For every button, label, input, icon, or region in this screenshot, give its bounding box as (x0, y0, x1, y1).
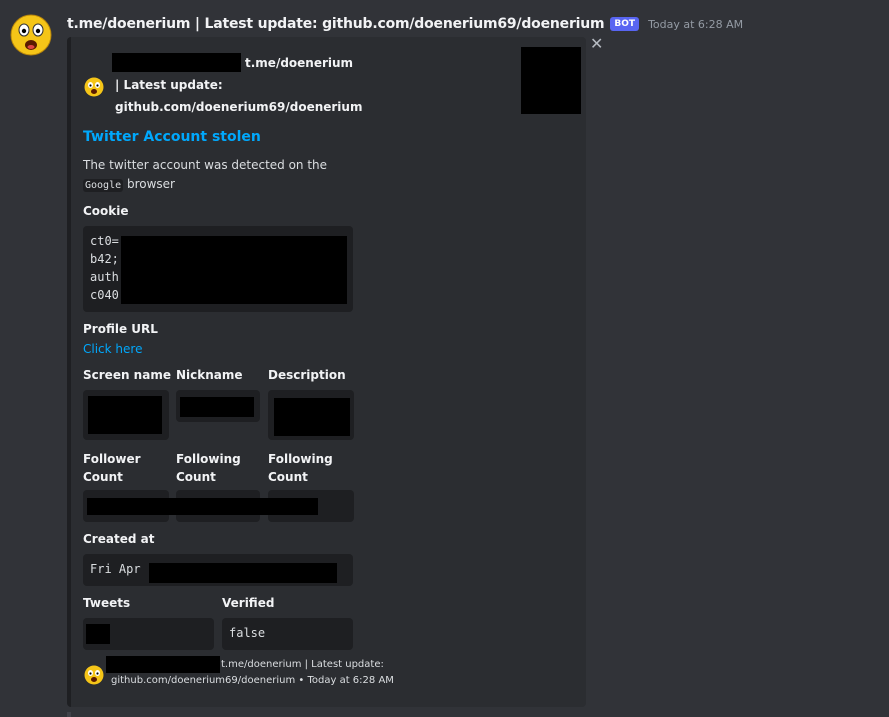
nickname-codeblock[interactable] (176, 390, 260, 422)
embed-title[interactable]: Twitter Account stolen (83, 129, 261, 145)
cookie-line: b42; (90, 252, 119, 266)
created-at-codeblock[interactable]: Fri Apr (83, 554, 353, 586)
redacted-block (274, 398, 350, 436)
label-line: Count (176, 470, 216, 484)
username[interactable]: t.me/doenerium | Latest update: github.c… (67, 16, 605, 32)
verified-value: false (229, 626, 266, 640)
footer-avatar-icon (84, 665, 104, 685)
field-following-count-label: Following Count (176, 450, 241, 486)
embed-footer-line1: t.me/doenerium | Latest update: (221, 659, 384, 670)
label-line: Follower (83, 452, 141, 466)
redacted-block (180, 397, 254, 417)
next-embed-edge (67, 712, 71, 717)
embed-description-line2: Google browser (83, 177, 175, 192)
field-description-label: Description (268, 368, 346, 382)
embed-card: t.me/doenerium | Latest update: github.c… (67, 37, 586, 707)
cookie-line: auth (90, 270, 119, 284)
embed-thumbnail[interactable] (521, 47, 581, 114)
redacted-block (86, 624, 110, 644)
close-icon[interactable]: ✕ (590, 36, 603, 52)
label-line: Count (268, 470, 308, 484)
bot-tag: BOT (610, 17, 640, 31)
screen-name-codeblock[interactable] (83, 390, 169, 440)
redacted-block (112, 53, 241, 72)
embed-footer-line2: github.com/doenerium69/doenerium • Today… (111, 675, 394, 686)
label-line: Following (268, 452, 333, 466)
cookie-line: ct0= (90, 234, 119, 248)
label-line: Count (83, 470, 123, 484)
message-header: t.me/doenerium | Latest update: github.c… (67, 14, 743, 34)
created-at-value: Fri Apr (90, 562, 141, 576)
description-codeblock[interactable] (268, 390, 354, 440)
redacted-block (87, 498, 318, 515)
embed-author-update[interactable]: | Latest update: (115, 78, 223, 92)
field-screen-name-label: Screen name (83, 368, 171, 382)
browser-inline-code: Google (83, 179, 124, 192)
tweets-codeblock[interactable] (83, 618, 214, 650)
field-nickname-label: Nickname (176, 368, 243, 382)
profile-url-link[interactable]: Click here (83, 342, 142, 356)
description-text: The twitter account was detected on the (83, 158, 328, 172)
label-line: Following (176, 452, 241, 466)
field-cookie-label: Cookie (83, 204, 129, 218)
message-timestamp[interactable]: Today at 6:28 AM (648, 18, 743, 31)
author-avatar-icon (84, 77, 104, 97)
verified-codeblock[interactable]: false (222, 618, 353, 650)
embed-author-name[interactable]: t.me/doenerium (245, 56, 353, 70)
cookie-line: c040 (90, 288, 119, 302)
description-suffix: browser (126, 177, 175, 191)
field-profile-url-label: Profile URL (83, 322, 158, 336)
field-following-count-label: Following Count (268, 450, 333, 486)
redacted-block (149, 563, 337, 583)
avatar[interactable] (10, 14, 52, 56)
field-follower-count-label: Follower Count (83, 450, 141, 486)
embed-description: The twitter account was detected on the (83, 158, 327, 172)
redacted-block (121, 236, 347, 304)
field-verified-label: Verified (222, 596, 275, 610)
field-tweets-label: Tweets (83, 596, 131, 610)
field-created-at-label: Created at (83, 532, 155, 546)
redacted-block (106, 656, 220, 673)
embed-author-url[interactable]: github.com/doenerium69/doenerium (115, 100, 362, 114)
redacted-block (88, 396, 162, 434)
cookie-codeblock[interactable]: ct0= b42; auth c040 (83, 226, 353, 312)
